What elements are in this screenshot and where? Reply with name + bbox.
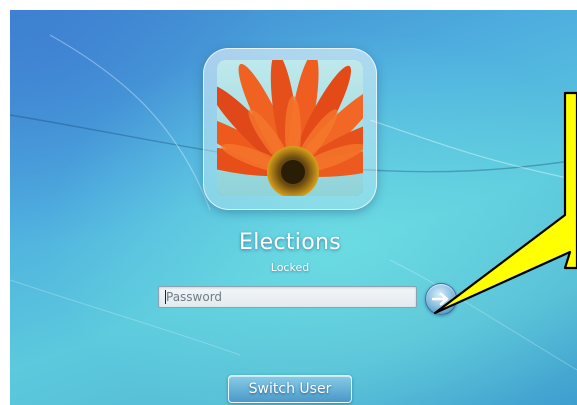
photo-frame: Elections Locked Switch User [0, 0, 577, 405]
text-cursor [165, 290, 166, 304]
flower-photo-icon [217, 60, 363, 196]
password-input[interactable] [158, 286, 417, 308]
user-name: Elections [239, 230, 341, 255]
user-tile [203, 48, 377, 210]
lock-screen: Elections Locked Switch User [10, 10, 577, 405]
submit-button[interactable] [425, 283, 457, 315]
arrow-right-icon [432, 292, 449, 306]
switch-user-button[interactable]: Switch User [228, 375, 352, 403]
user-status: Locked [270, 261, 310, 274]
